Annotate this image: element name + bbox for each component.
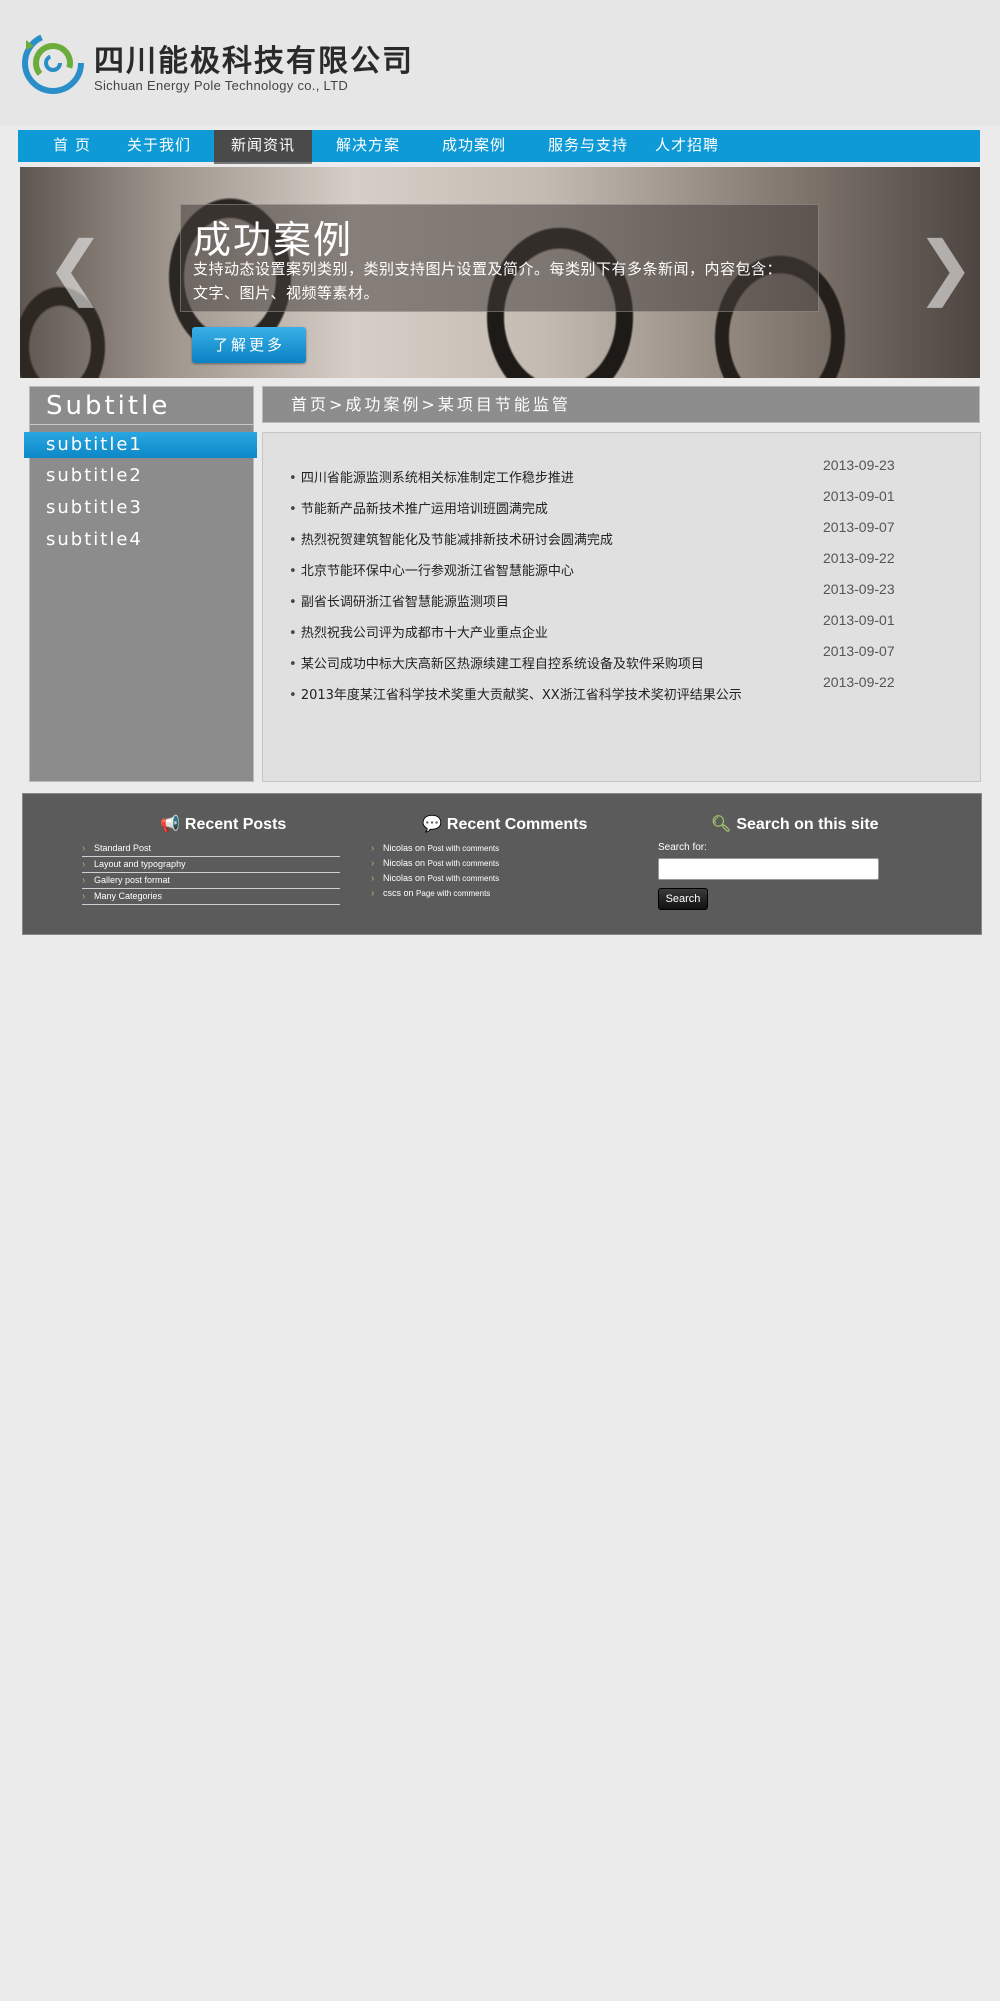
recent-posts-list: Standard Post Layout and typography Gall…	[82, 842, 340, 906]
banner-caption: 成功案例 支持动态设置案列类别，类别支持图片设置及简介。每类别下有多条新闻，内容…	[180, 204, 819, 312]
news-title[interactable]: 热烈祝贺建筑智能化及节能减排新技术研讨会圆满完成	[289, 529, 613, 548]
recent-post-link[interactable]: Many Categories	[82, 890, 340, 905]
news-date: 2013-09-07	[823, 643, 895, 659]
comment-post-link[interactable]: Post with comments	[428, 874, 500, 883]
main-nav: 首 页 关于我们 新闻资讯 解决方案 成功案例 服务与支持 人才招聘	[18, 130, 980, 164]
news-title[interactable]: 2013年度某江省科学技术奖重大贡献奖、XX浙江省科学技术奖初评结果公示	[289, 684, 742, 703]
swirl-logo-icon	[22, 32, 84, 94]
list-item: 四川省能源监测系统相关标准制定工作稳步推进 2013-09-23	[289, 457, 969, 487]
news-title[interactable]: 热烈祝我公司评为成都市十大产业重点企业	[289, 622, 548, 641]
nav-item-solutions[interactable]: 解决方案	[318, 130, 418, 162]
breadcrumb[interactable]: 首页>成功案例>某项目节能监管	[262, 386, 980, 423]
nav-item-news[interactable]: 新闻资讯	[214, 130, 312, 164]
list-item: 北京节能环保中心一行参观浙江省智慧能源中心 2013-09-22	[289, 550, 969, 580]
recent-comment: Nicolas on Post with comments	[371, 857, 499, 872]
sidebar-item-subtitle4[interactable]: subtitle4	[30, 527, 253, 553]
company-logo[interactable]: 四川能极科技有限公司 Sichuan Energy Pole Technolog…	[20, 30, 412, 100]
recent-comments-list: Nicolas on Post with comments Nicolas on…	[371, 842, 499, 902]
comment-post-link[interactable]: Page with comments	[416, 889, 490, 898]
news-title[interactable]: 四川省能源监测系统相关标准制定工作稳步推进	[289, 467, 574, 486]
list-item: 副省长调研浙江省智慧能源监测项目 2013-09-23	[289, 581, 969, 611]
recent-comment: Nicolas on Post with comments	[371, 872, 499, 887]
learn-more-button[interactable]: 了解更多	[192, 327, 306, 363]
magnifier-icon: 🔍︎	[711, 816, 732, 833]
list-item: 节能新产品新技术推广运用培训班圆满完成 2013-09-01	[289, 488, 969, 518]
comment-author[interactable]: cscs	[383, 888, 401, 898]
comment-author[interactable]: Nicolas	[383, 858, 413, 868]
nav-item-cases[interactable]: 成功案例	[424, 130, 524, 162]
list-item: 某公司成功中标大庆高新区热源续建工程自控系统设备及软件采购项目 2013-09-…	[289, 643, 969, 673]
sidebar-item-subtitle3[interactable]: subtitle3	[30, 495, 253, 521]
footer-widgets: 📢Recent Posts Standard Post Layout and t…	[22, 793, 982, 935]
chevron-right-icon[interactable]: ❯	[916, 227, 975, 307]
nav-item-about[interactable]: 关于我们	[113, 130, 205, 162]
search-label: Search for:	[658, 842, 707, 853]
recent-post-link[interactable]: Standard Post	[82, 842, 340, 857]
recent-comment: cscs on Page with comments	[371, 887, 499, 902]
comment-on: on	[415, 873, 426, 883]
news-date: 2013-09-23	[823, 581, 895, 597]
list-item: 热烈祝贺建筑智能化及节能减排新技术研讨会圆满完成 2013-09-07	[289, 519, 969, 549]
divider	[30, 424, 253, 425]
company-name-cn: 四川能极科技有限公司	[94, 44, 414, 79]
news-date: 2013-09-23	[823, 457, 895, 473]
comment-on: on	[403, 888, 414, 898]
sidebar: Subtitle subtitle1 subtitle2 subtitle3 s…	[24, 386, 257, 782]
comment-post-link[interactable]: Post with comments	[428, 844, 500, 853]
search-input[interactable]	[658, 858, 879, 880]
recent-post-link[interactable]: Layout and typography	[82, 858, 340, 873]
recent-posts-heading: 📢 Recent Posts	[160, 816, 287, 833]
sidebar-item-subtitle2[interactable]: subtitle2	[30, 463, 253, 489]
comment-on: on	[415, 858, 426, 868]
news-date: 2013-09-01	[823, 612, 895, 628]
list-item: 热烈祝我公司评为成都市十大产业重点企业 2013-09-01	[289, 612, 969, 642]
news-title[interactable]: 北京节能环保中心一行参观浙江省智慧能源中心	[289, 560, 574, 579]
comment-on: on	[415, 843, 426, 853]
news-date: 2013-09-01	[823, 488, 895, 504]
news-date: 2013-09-22	[823, 674, 895, 690]
list-item: 2013年度某江省科学技术奖重大贡献奖、XX浙江省科学技术奖初评结果公示 201…	[289, 674, 969, 704]
hero-banner: ❮ ❯ 成功案例 支持动态设置案列类别，类别支持图片设置及简介。每类别下有多条新…	[20, 167, 980, 378]
news-date: 2013-09-22	[823, 550, 895, 566]
comment-author[interactable]: Nicolas	[383, 843, 413, 853]
recent-post-link[interactable]: Gallery post format	[82, 874, 340, 889]
news-title[interactable]: 某公司成功中标大庆高新区热源续建工程自控系统设备及软件采购项目	[289, 653, 704, 672]
sidebar-item-subtitle1[interactable]: subtitle1	[24, 432, 257, 458]
news-date: 2013-09-07	[823, 519, 895, 535]
recent-comment: Nicolas on Post with comments	[371, 842, 499, 857]
megaphone-icon: 📢	[160, 816, 180, 833]
comment-author[interactable]: Nicolas	[383, 873, 413, 883]
company-name-en: Sichuan Energy Pole Technology co., LTD	[94, 78, 349, 93]
chevron-left-icon[interactable]: ❮	[46, 227, 105, 307]
nav-item-support[interactable]: 服务与支持	[533, 130, 643, 162]
site-header: 四川能极科技有限公司 Sichuan Energy Pole Technolog…	[0, 0, 1000, 126]
nav-item-careers[interactable]: 人才招聘	[642, 130, 732, 162]
speech-bubbles-icon: 💬	[422, 816, 442, 833]
sidebar-title: Subtitle	[46, 391, 171, 421]
news-title[interactable]: 节能新产品新技术推广运用培训班圆满完成	[289, 498, 548, 517]
search-button[interactable]: Search	[658, 888, 708, 910]
news-list: 四川省能源监测系统相关标准制定工作稳步推进 2013-09-23 节能新产品新技…	[262, 432, 981, 782]
recent-comments-heading: 💬 Recent Comments	[422, 816, 588, 833]
banner-description: 支持动态设置案列类别，类别支持图片设置及简介。每类别下有多条新闻，内容包含：文字…	[193, 260, 783, 302]
nav-item-home[interactable]: 首 页	[36, 130, 108, 162]
banner-title: 成功案例	[193, 218, 354, 262]
comment-post-link[interactable]: Post with comments	[428, 859, 500, 868]
news-title[interactable]: 副省长调研浙江省智慧能源监测项目	[289, 591, 509, 610]
search-heading: 🔍︎ Search on this site	[711, 816, 879, 833]
